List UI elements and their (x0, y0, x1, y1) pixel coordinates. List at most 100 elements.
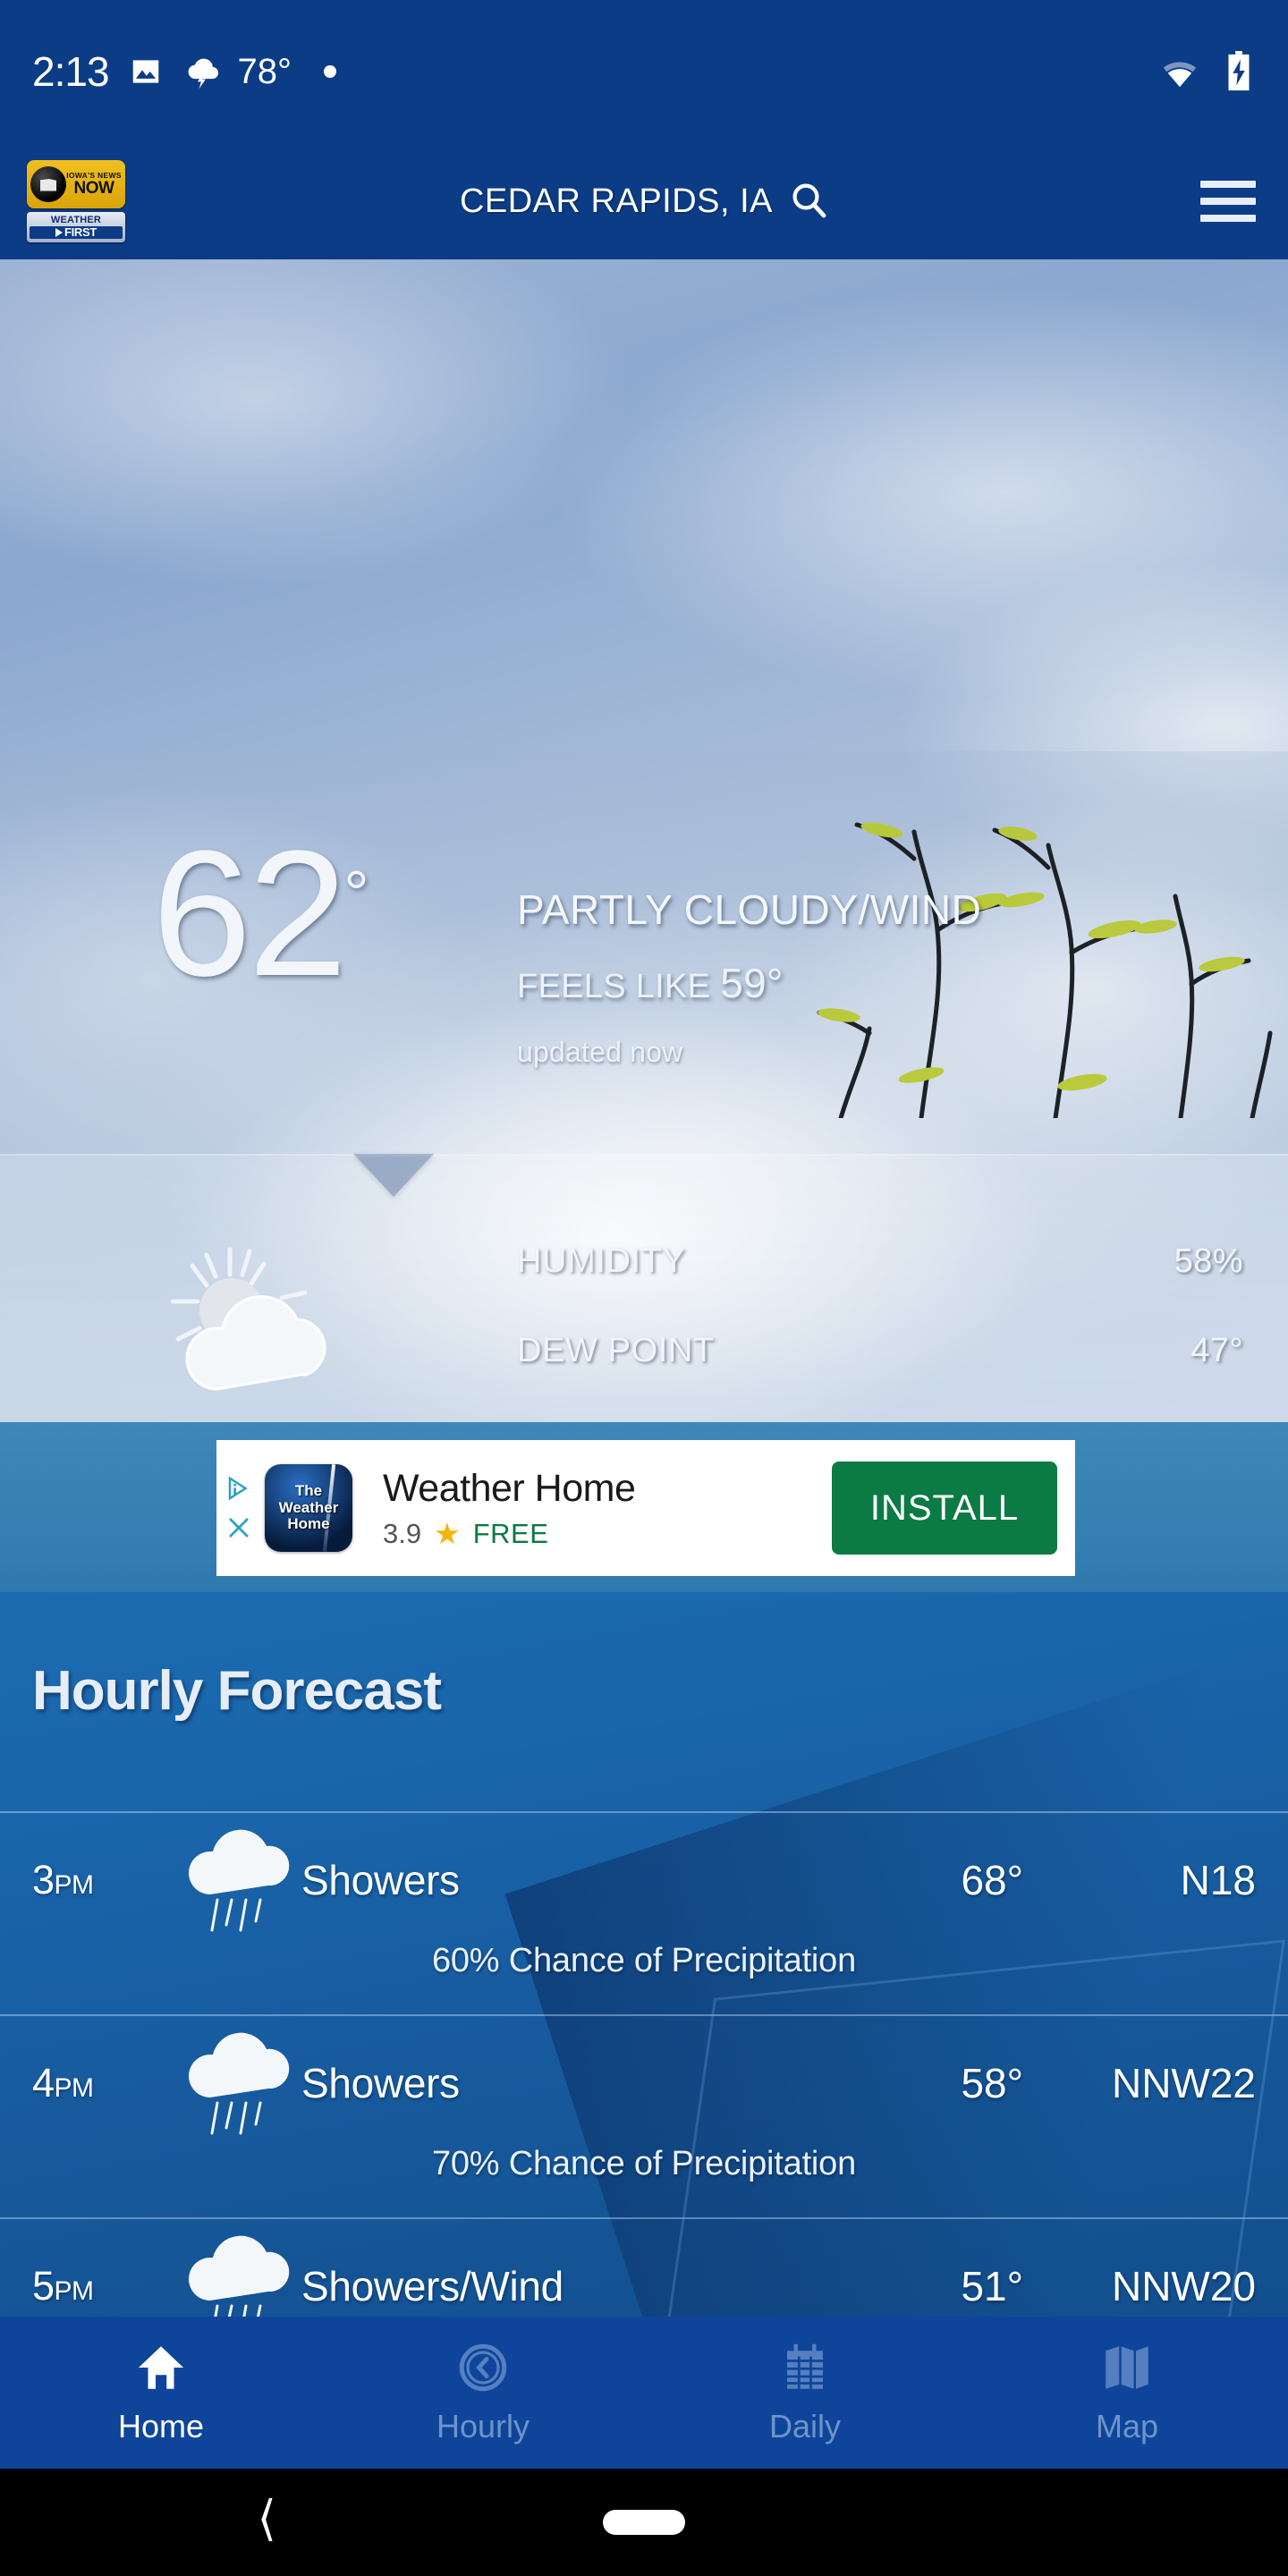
nav-item-map[interactable]: Map (966, 2317, 1288, 2469)
status-bar: 2:13 78° (0, 0, 1288, 143)
hamburger-menu-icon[interactable] (1200, 181, 1256, 222)
detail-row-dew-point: DEW POINT 47° (517, 1306, 1243, 1395)
hour-time: 5PM (32, 2263, 180, 2309)
status-temperature: 78° (237, 51, 292, 91)
calendar-icon (778, 2341, 832, 2399)
hourly-row[interactable]: 5PM Showers/Wind 51° NNW20 (0, 2217, 1288, 2326)
nav-label: Hourly (436, 2407, 530, 2445)
current-temperature: 62° (152, 825, 369, 1004)
rain-shower-icon (180, 1825, 294, 1936)
feels-like-label: FEELS LIKE (517, 968, 711, 1005)
hourly-forecast-list: 3PM Showers 68° N18 60% Chance of Precip… (0, 1811, 1288, 2326)
logo-line-2: NOW (73, 179, 114, 199)
hour-wind: NNW20 (1111, 2263, 1256, 2309)
hour-condition: Showers/Wind (301, 2263, 564, 2309)
detail-row-humidity: HUMIDITY 58% (517, 1216, 1243, 1306)
ad-body: Weather Home 3.9 ★ FREE (352, 1467, 832, 1550)
feels-like-row: FEELS LIKE 59° (517, 959, 981, 1007)
hour-precipitation: 60% Chance of Precipitation (431, 1942, 857, 1979)
system-navigation-bar (0, 2469, 1288, 2576)
detail-value: 58% (1174, 1241, 1243, 1280)
hour-time: 3PM (32, 1857, 180, 1903)
degree-symbol: ° (343, 858, 369, 928)
status-time: 2:13 (32, 48, 110, 95)
hour-temperature: 58° (961, 2060, 1023, 2106)
hour-wind: NNW22 (1111, 2060, 1256, 2106)
hour-number: 4 (32, 2060, 55, 2106)
location-selector[interactable]: CEDAR RAPIDS, IA (89, 178, 1200, 225)
partly-cloudy-icon (170, 1247, 326, 1391)
bottom-navigation: Home Hourly Daily Map (0, 2317, 1288, 2469)
hour-temperature: 51° (961, 2263, 1023, 2309)
ad-banner[interactable]: The Weather Home Weather Home 3.9 ★ FREE… (216, 1440, 1075, 1576)
ad-icon-line-3: Home (287, 1515, 330, 1533)
iowa-state-icon (30, 166, 66, 202)
play-arrow-icon (55, 227, 63, 237)
thunderstorm-icon (182, 52, 222, 91)
detail-row-wind: WIND N 24 (517, 1395, 1243, 1423)
ad-icon-line-1: The (294, 1481, 323, 1499)
back-chevron-icon[interactable] (252, 2496, 283, 2549)
hour-number: 3 (32, 1857, 55, 1902)
ad-title: Weather Home (383, 1466, 636, 1510)
location-label: CEDAR RAPIDS, IA (459, 182, 774, 220)
nav-label: Daily (768, 2407, 841, 2445)
detail-label: DEW POINT (517, 1331, 715, 1369)
status-bar-left: 2:13 78° (32, 47, 337, 96)
hourly-row[interactable]: 4PM Showers 58° NNW22 70% Chance of Prec… (0, 2014, 1288, 2217)
status-bar-right (1159, 51, 1256, 92)
install-button[interactable]: INSTALL (832, 1462, 1057, 1555)
iowas-news-now-badge: IOWA'S NEWS NOW (27, 160, 125, 208)
hourly-forecast-section: Hourly Forecast 3PM Showers 68° N18 60% … (0, 1592, 1288, 2326)
ad-rating: 3.9 (383, 1517, 422, 1549)
map-icon (1100, 2341, 1154, 2399)
rain-shower-icon (180, 2028, 294, 2140)
current-temperature-value: 62 (152, 814, 347, 1013)
app-root: 2:13 78° IOWA'S NEWS NOW WEATHER FIRST C… (0, 0, 1288, 2576)
hour-number: 5 (32, 2263, 55, 2309)
home-pill-icon[interactable] (603, 2510, 685, 2535)
rain-shower-icon (180, 2231, 294, 2326)
photo-icon (129, 55, 163, 89)
ad-icon-line-2: Weather (278, 1498, 339, 1516)
ad-subtitle: 3.9 ★ FREE (383, 1518, 832, 1550)
close-icon[interactable] (225, 1514, 252, 1541)
logo-line-1: IOWA'S NEWS (66, 170, 122, 180)
feels-like-value: 59° (720, 960, 784, 1006)
hourly-forecast-title: Hourly Forecast (32, 1660, 442, 1722)
adchoices-icon[interactable] (225, 1475, 252, 1502)
updated-timestamp: updated now (517, 1036, 683, 1068)
ad-controls (216, 1440, 256, 1576)
hour-condition: Showers (301, 1857, 460, 1903)
detail-rows: HUMIDITY 58% DEW POINT 47° WIND N 24 SUN… (517, 1216, 1243, 1423)
panel-notch (353, 1154, 434, 1197)
nav-item-daily[interactable]: Daily (644, 2317, 966, 2469)
condition-text: PARTLY CLOUDY/WIND (517, 886, 982, 933)
ad-app-icon: The Weather Home (265, 1464, 352, 1552)
hour-wind: N18 (1180, 1857, 1256, 1903)
station-logo[interactable]: IOWA'S NEWS NOW WEATHER FIRST (27, 160, 125, 242)
detail-value: 47° (1191, 1331, 1243, 1369)
hourly-row[interactable]: 3PM Showers 68° N18 60% Chance of Precip… (0, 1811, 1288, 2014)
nav-label: Home (117, 2407, 205, 2445)
hour-temperature: 68° (961, 1857, 1023, 1903)
nav-item-hourly[interactable]: Hourly (322, 2317, 644, 2469)
logo-first-row: FIRST (30, 225, 123, 240)
hour-period: PM (54, 1870, 95, 1900)
hour-period: PM (54, 2276, 95, 2306)
hour-precipitation: 70% Chance of Precipitation (431, 2145, 857, 2182)
battery-charging-icon (1222, 51, 1256, 92)
search-icon[interactable] (787, 178, 830, 225)
wifi-icon (1159, 51, 1200, 92)
hour-time: 4PM (32, 2060, 180, 2106)
nav-item-home[interactable]: Home (0, 2317, 322, 2469)
logo-first-text: FIRST (64, 225, 97, 239)
current-conditions-hero: 62° PARTLY CLOUDY/WIND FEELS LIKE 59° up… (0, 259, 1288, 1422)
dot-indicator (324, 65, 337, 78)
nav-label: Map (1095, 2407, 1159, 2445)
hour-condition: Showers (301, 2060, 460, 2106)
current-condition-block: PARTLY CLOUDY/WIND FEELS LIKE 59° update… (517, 886, 981, 1069)
star-icon: ★ (434, 1517, 461, 1550)
detail-label: HUMIDITY (517, 1241, 686, 1280)
home-icon (134, 2341, 188, 2399)
